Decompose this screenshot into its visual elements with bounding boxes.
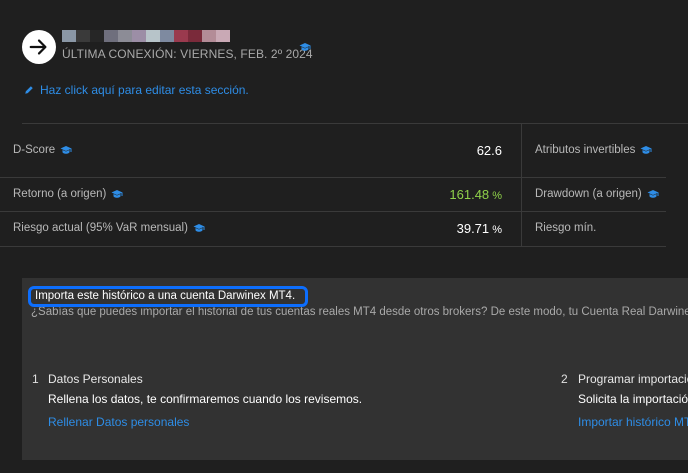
- import-description: ¿Sabías que puedes importar el historial…: [31, 306, 688, 318]
- graduation-cap-icon[interactable]: [193, 223, 205, 233]
- obscured-pixel: [90, 30, 104, 42]
- pencil-icon: [25, 86, 33, 94]
- import-mt4-history-link[interactable]: Importar histórico MT4: [578, 415, 688, 429]
- step-number: 1: [32, 372, 39, 386]
- obscured-pixel: [104, 30, 118, 42]
- import-history-panel: ¿Sabías que puedes importar el historial…: [22, 278, 688, 460]
- obscured-pixel: [174, 30, 188, 42]
- graduation-cap-icon[interactable]: [60, 145, 72, 155]
- edit-section-link[interactable]: Haz click aquí para editar esta sección.: [24, 83, 249, 97]
- metric-label-right: Drawdown (a origen): [535, 188, 659, 200]
- go-arrow-icon[interactable]: [22, 30, 56, 64]
- obscured-pixel: [188, 30, 202, 42]
- graduation-cap-icon[interactable]: [640, 145, 652, 155]
- metric-label-right: Atributos invertibles: [535, 144, 652, 156]
- metric-value: 161.48 %: [449, 187, 502, 202]
- obscured-pixel: [132, 30, 146, 42]
- obscured-pixel: [216, 30, 230, 42]
- last-login: ÚLTIMA CONEXIÓN: VIERNES, FEB. 2º 2024: [62, 47, 313, 61]
- step-description: Solicita la importación: [578, 392, 688, 406]
- metric-value: 39.71 %: [456, 221, 502, 236]
- metric-label: Retorno (a origen): [13, 188, 123, 200]
- obscured-account-name: [62, 30, 230, 42]
- import-title: Importa este histórico a una cuenta Darw…: [28, 286, 309, 307]
- metric-label-right: Riesgo mín.: [535, 222, 597, 234]
- obscured-pixel: [146, 30, 160, 42]
- step-title: Programar importación: [578, 372, 688, 386]
- step-description: Rellena los datos, te confirmaremos cuan…: [48, 392, 363, 406]
- graduation-cap-icon[interactable]: [647, 189, 659, 199]
- metric-label: Riesgo actual (95% VaR mensual): [13, 222, 205, 234]
- graduation-cap-icon[interactable]: [111, 189, 123, 199]
- obscured-pixel: [62, 30, 76, 42]
- obscured-pixel: [118, 30, 132, 42]
- obscured-pixel: [160, 30, 174, 42]
- obscured-pixel: [202, 30, 216, 42]
- metric-label: D-Score: [13, 144, 72, 156]
- edit-section-label: Haz click aquí para editar esta sección.: [40, 83, 249, 97]
- fill-personal-data-link[interactable]: Rellenar Datos personales: [48, 415, 189, 429]
- step-number: 2: [561, 372, 568, 386]
- metric-row-dscore: D-Score 62.6 Atributos invertibles: [0, 124, 666, 178]
- metric-value: 62.6: [476, 143, 502, 158]
- obscured-pixel: [76, 30, 90, 42]
- metric-row-return: Retorno (a origen) 161.48 % Drawdown (a …: [0, 178, 666, 212]
- metric-row-risk: Riesgo actual (95% VaR mensual) 39.71 % …: [0, 212, 666, 247]
- graduation-cap-icon[interactable]: [299, 42, 311, 52]
- step-title: Datos Personales: [48, 372, 143, 386]
